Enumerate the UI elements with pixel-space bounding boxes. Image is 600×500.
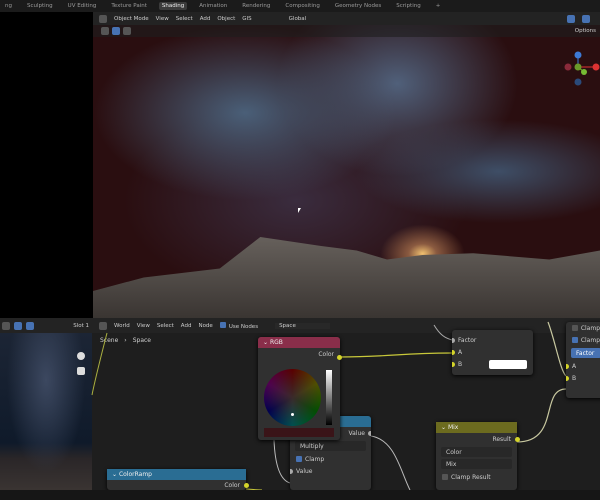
link-top-a [547,321,567,377]
color-wheel-cursor[interactable] [291,413,294,416]
rgb-node-header[interactable]: ⌄ RGB [258,337,340,348]
math-clamp-checkbox[interactable]: Clamp [290,453,371,465]
link-factor [433,324,453,341]
rgb-color-socket[interactable] [337,355,342,360]
mix-data-type-dropdown[interactable]: Color [441,447,512,457]
input-factor: Factor [452,334,533,346]
rgb-node[interactable]: ⌄ RGB Color [258,337,340,440]
colorramp-node-header[interactable]: ⌄ ColorRamp [107,469,246,480]
link-value-out [370,435,411,491]
mix-input-node[interactable]: Factor A B [452,330,533,375]
rgb-output-color: Color [318,350,334,358]
b-color-swatch[interactable] [489,359,527,369]
clamp-checkbox-1[interactable]: Clamp [566,322,600,334]
mix-node[interactable]: ⌄ Mix Result Color Mix Clamp Result [436,422,520,490]
math-input-value: Value [290,465,371,477]
status-bar [0,490,600,500]
value-slider[interactable] [326,370,332,425]
clamp-result-checkbox[interactable]: Clamp Result [436,471,517,483]
link-mix-b [516,388,567,443]
input-b: B [566,372,600,384]
color-wheel[interactable] [264,369,321,426]
link-left [91,332,108,396]
right-node[interactable]: Clamp Clamp Factor A B [566,322,600,398]
clamp-checkbox-2[interactable]: Clamp [566,334,600,346]
colorramp-node[interactable]: ⌄ ColorRamp Color [107,469,249,490]
input-a: A [566,360,600,372]
mix-output-result: Result [436,433,520,445]
input-b: B [452,358,533,370]
math-operation-dropdown[interactable]: Multiply [295,441,366,451]
factor-field[interactable]: Factor [571,348,600,358]
color-swatch[interactable] [264,428,334,437]
colorramp-output-color: Color [107,480,249,490]
mix-node-header[interactable]: ⌄ Mix [436,422,517,433]
input-a: A [452,346,533,358]
mix-blend-dropdown[interactable]: Mix [441,459,512,469]
link-rgb-a [338,352,453,358]
link-value-in [273,439,291,484]
